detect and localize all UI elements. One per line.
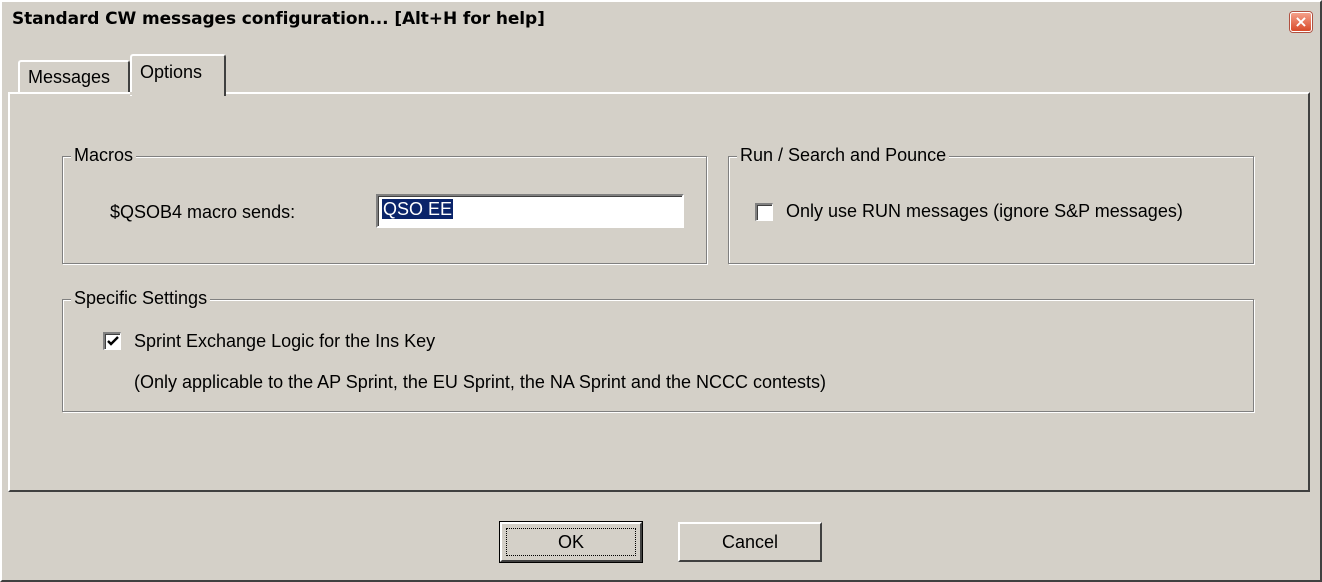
cancel-button-label: Cancel xyxy=(721,531,779,552)
specific-settings-legend: Specific Settings xyxy=(71,288,211,309)
tab-messages[interactable]: Messages xyxy=(18,60,130,92)
window-title: Standard CW messages configuration... [A… xyxy=(12,9,545,29)
close-icon: × xyxy=(1294,12,1308,31)
tab-messages-label: Messages xyxy=(28,66,111,87)
qsob4-label: $QSOB4 macro sends: xyxy=(110,202,296,222)
sprint-logic-label[interactable]: Sprint Exchange Logic for the Ins Key xyxy=(134,331,435,352)
qsob4-input-value: QSO EE xyxy=(382,199,454,219)
tab-options[interactable]: Options xyxy=(130,54,226,96)
cancel-button[interactable]: Cancel xyxy=(678,522,822,562)
tab-options-label: Options xyxy=(140,61,203,82)
only-run-label[interactable]: Only use RUN messages (ignore S&P messag… xyxy=(786,201,1183,222)
specific-settings-group: Specific Settings xyxy=(62,288,1254,412)
title-bar[interactable]: Standard CW messages configuration... [A… xyxy=(2,2,1320,36)
run-sp-group-legend: Run / Search and Pounce xyxy=(737,145,950,166)
macros-group-legend: Macros xyxy=(71,145,137,166)
only-run-checkbox[interactable] xyxy=(755,203,773,221)
sprint-logic-checkbox[interactable] xyxy=(103,332,121,350)
tab-panel-joint xyxy=(130,92,224,95)
qsob4-input[interactable]: QSO EE xyxy=(376,194,684,228)
close-button[interactable]: × xyxy=(1290,12,1312,32)
checkmark-icon xyxy=(106,336,119,346)
ok-button[interactable]: OK xyxy=(499,521,643,563)
sprint-logic-note: (Only applicable to the AP Sprint, the E… xyxy=(134,372,827,392)
ok-button-focus-ring xyxy=(506,528,636,556)
